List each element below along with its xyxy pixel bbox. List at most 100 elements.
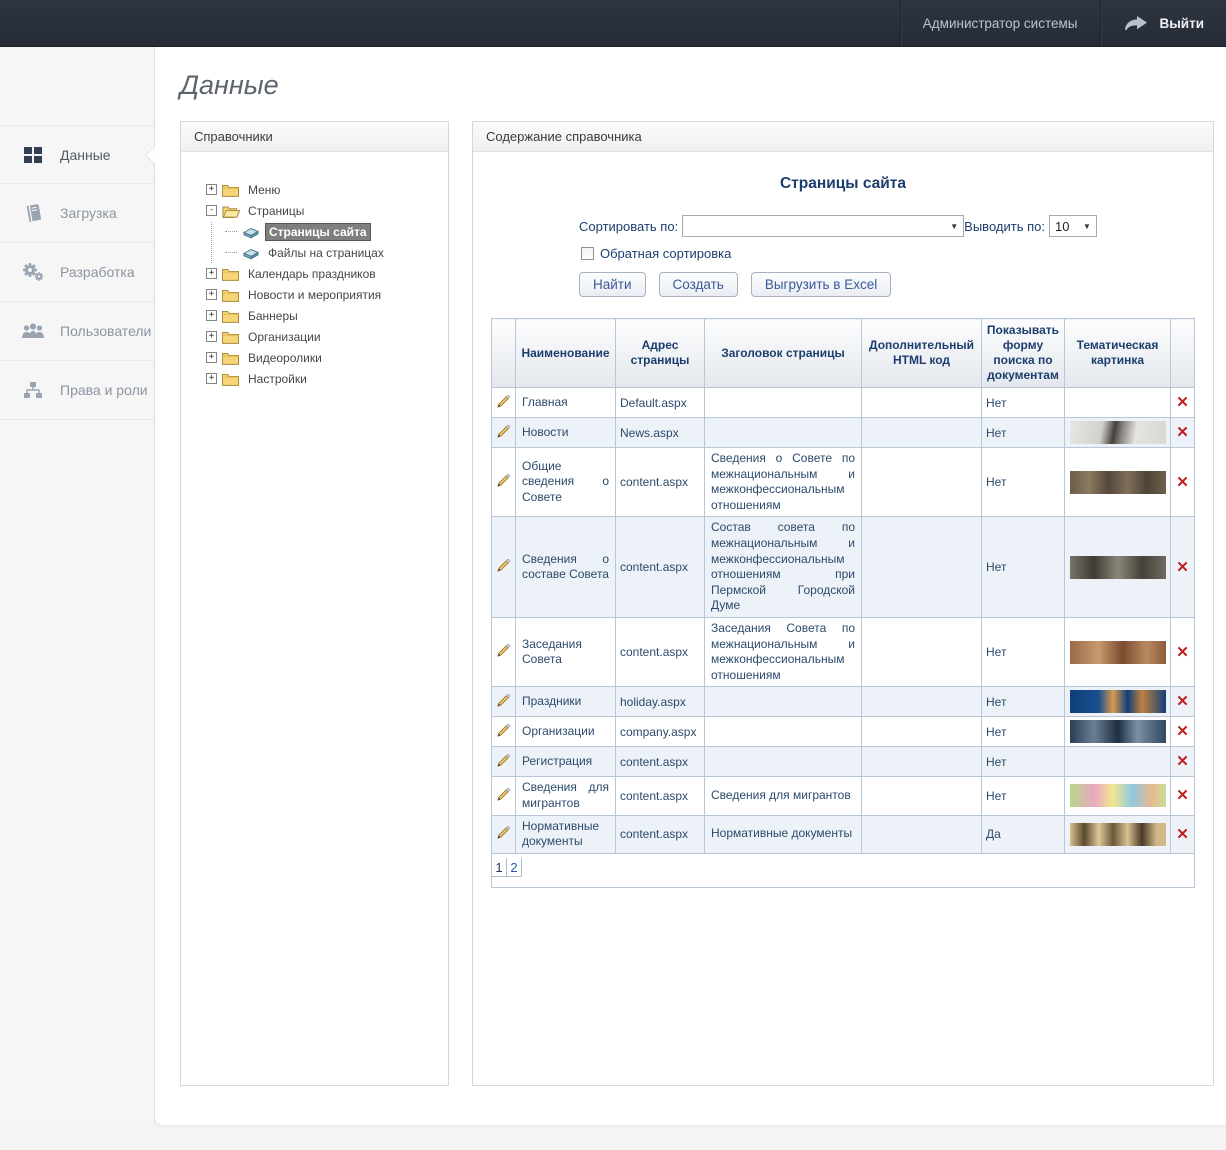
html-column-header: Дополнительный HTML код	[862, 319, 982, 388]
thumbnail-image	[1070, 641, 1166, 664]
tree-item-label[interactable]: Страницы	[245, 203, 307, 219]
edit-icon[interactable]	[496, 825, 511, 840]
delete-icon[interactable]: ✕	[1176, 395, 1189, 410]
tree-branch-line	[225, 252, 237, 253]
tree-item-news-events[interactable]: + Новости и мероприятия	[206, 284, 438, 305]
sidebar-item-roles[interactable]: Права и роли	[0, 361, 154, 420]
delete-icon[interactable]: ✕	[1176, 754, 1189, 769]
tree-item-label[interactable]: Новости и мероприятия	[245, 287, 384, 303]
address-column-header: Адрес страницы	[616, 319, 705, 388]
edit-icon[interactable]	[496, 787, 511, 802]
edit-icon[interactable]	[496, 693, 511, 708]
chevron-down-icon: ▼	[950, 222, 958, 231]
export-excel-button[interactable]: Выгрузить в Excel	[751, 272, 891, 297]
cell-name: Главная	[516, 388, 616, 418]
cell-html	[862, 815, 982, 853]
book-icon	[242, 246, 260, 260]
expand-icon[interactable]: +	[206, 268, 217, 279]
expand-icon[interactable]: +	[206, 331, 217, 342]
tree-item-label[interactable]: Видеоролики	[245, 350, 325, 366]
cell-name: Праздники	[516, 687, 616, 717]
cell-address: content.aspx	[616, 617, 705, 686]
table-row: Общие сведения о Совете content.aspx Све…	[492, 448, 1195, 517]
cell-search-form: Нет	[982, 747, 1065, 777]
grid-controls: Сортировать по: ▼ Выводить по: 10 ▼	[579, 215, 1195, 297]
cell-search-form: Нет	[982, 517, 1065, 618]
tree-item-organizations[interactable]: + Организации	[206, 326, 438, 347]
folder-icon	[222, 351, 240, 365]
cell-name: Нормативные документы	[516, 815, 616, 853]
thumbnail-image	[1070, 421, 1166, 444]
delete-icon[interactable]: ✕	[1176, 694, 1189, 709]
cell-address: Default.aspx	[616, 388, 705, 418]
edit-icon[interactable]	[496, 558, 511, 573]
thumbnail-image	[1070, 391, 1166, 414]
delete-icon[interactable]: ✕	[1176, 425, 1189, 440]
find-button[interactable]: Найти	[579, 272, 646, 297]
cell-search-form: Нет	[982, 777, 1065, 815]
delete-icon[interactable]: ✕	[1176, 475, 1189, 490]
tree-item-settings[interactable]: + Настройки	[206, 368, 438, 389]
sort-by-select[interactable]: ▼	[682, 215, 964, 237]
edit-icon[interactable]	[496, 394, 511, 409]
folder-icon	[222, 309, 240, 323]
pagination-page-current[interactable]: 1	[492, 858, 507, 877]
logout-button[interactable]: Выйти	[1100, 0, 1226, 46]
expand-icon[interactable]: +	[206, 352, 217, 363]
cell-title	[705, 717, 862, 747]
sidebar-item-development[interactable]: Разработка	[0, 243, 154, 302]
book-icon	[20, 203, 46, 223]
delete-icon[interactable]: ✕	[1176, 788, 1189, 803]
tree-item-label[interactable]: Календарь праздников	[245, 266, 379, 282]
page-size-value: 10	[1055, 219, 1069, 234]
table-row: Новости News.aspx Нет ✕	[492, 418, 1195, 448]
tree-item-banners[interactable]: + Баннеры	[206, 305, 438, 326]
delete-icon[interactable]: ✕	[1176, 724, 1189, 739]
tree-item-label[interactable]: Настройки	[245, 371, 310, 387]
delete-icon[interactable]: ✕	[1176, 560, 1189, 575]
edit-icon[interactable]	[496, 753, 511, 768]
directory-tree: + Меню - Страницы	[181, 152, 448, 399]
expand-icon[interactable]: +	[206, 184, 217, 195]
tree-item-page-files[interactable]: Файлы на страницах	[225, 242, 438, 263]
page-size-select[interactable]: 10 ▼	[1049, 215, 1097, 237]
tree-item-label-selected[interactable]: Страницы сайта	[265, 223, 371, 241]
sidebar: Данные Загрузка Разработка Пользователи	[0, 47, 155, 1125]
tree-item-label[interactable]: Организации	[245, 329, 324, 345]
sidebar-item-upload[interactable]: Загрузка	[0, 184, 154, 243]
delete-icon[interactable]: ✕	[1176, 645, 1189, 660]
reverse-sort-checkbox[interactable]	[581, 247, 594, 260]
tree-item-menu[interactable]: + Меню	[206, 179, 438, 200]
cell-address: company.aspx	[616, 717, 705, 747]
tree-item-label[interactable]: Файлы на страницах	[265, 245, 387, 261]
edit-icon[interactable]	[496, 473, 511, 488]
folder-icon	[222, 183, 240, 197]
tree-item-label[interactable]: Меню	[245, 182, 283, 198]
pagination-page-link[interactable]: 2	[507, 858, 522, 877]
tree-item-holiday-calendar[interactable]: + Календарь праздников	[206, 263, 438, 284]
current-user: Администратор системы	[900, 0, 1100, 46]
delete-icon[interactable]: ✕	[1176, 827, 1189, 842]
edit-icon[interactable]	[496, 723, 511, 738]
sidebar-item-users[interactable]: Пользователи	[0, 302, 154, 361]
cell-html	[862, 388, 982, 418]
cell-address: content.aspx	[616, 747, 705, 777]
tree-item-label[interactable]: Баннеры	[245, 308, 301, 324]
logout-arrow-icon	[1123, 15, 1150, 32]
tree-item-videos[interactable]: + Видеоролики	[206, 347, 438, 368]
collapse-icon[interactable]: -	[206, 205, 217, 216]
expand-icon[interactable]: +	[206, 373, 217, 384]
gears-icon	[20, 262, 46, 282]
tree-item-pages[interactable]: - Страницы	[206, 200, 438, 221]
logout-label: Выйти	[1160, 16, 1205, 31]
edit-icon[interactable]	[496, 643, 511, 658]
pagination-row: 12	[492, 853, 1195, 887]
expand-icon[interactable]: +	[206, 310, 217, 321]
cell-html	[862, 777, 982, 815]
edit-icon[interactable]	[496, 424, 511, 439]
sidebar-item-data[interactable]: Данные	[0, 125, 154, 184]
expand-icon[interactable]: +	[206, 289, 217, 300]
tree-item-site-pages[interactable]: Страницы сайта	[225, 221, 438, 242]
create-button[interactable]: Создать	[659, 272, 738, 297]
cell-search-form: Нет	[982, 617, 1065, 686]
